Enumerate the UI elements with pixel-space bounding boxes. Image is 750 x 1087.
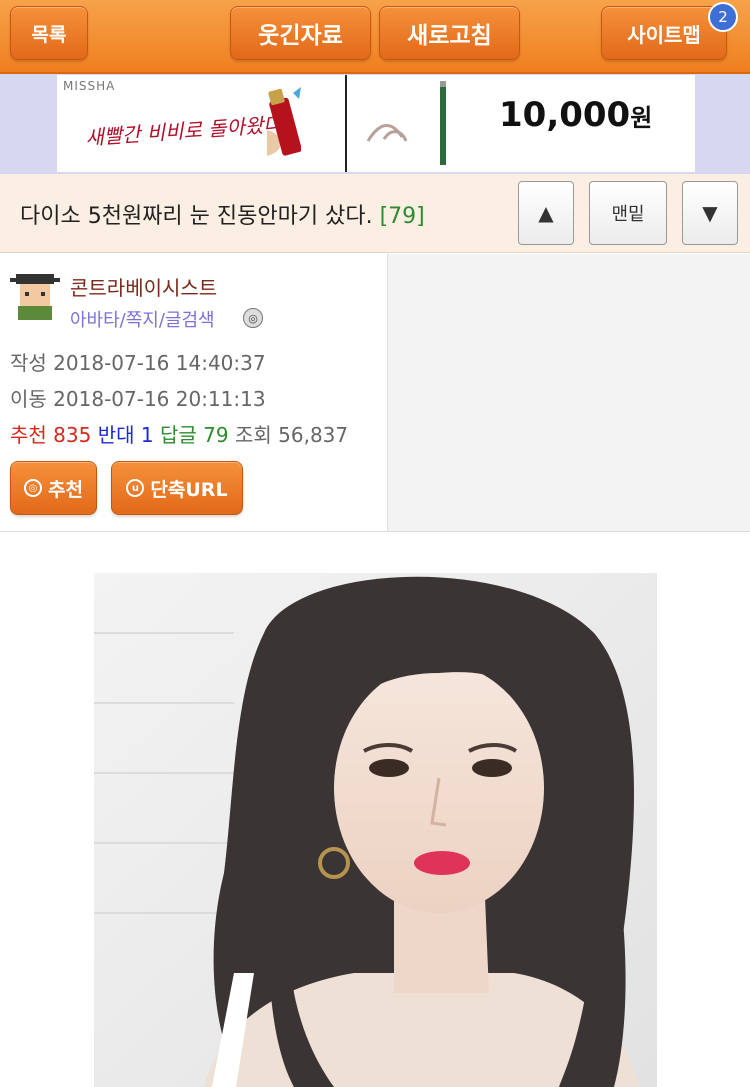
humor-board-button[interactable]: 웃긴자료 — [230, 6, 371, 60]
ad-divider — [345, 75, 347, 172]
ad-banner[interactable]: MISSHA 새빨간 비비로 돌아왔다 10,000원 — [57, 75, 695, 172]
recommend-label: 추천 — [10, 423, 47, 447]
written-value: 2018-07-16 14:40:37 — [53, 351, 266, 375]
avatar[interactable] — [10, 270, 60, 320]
short-url-button[interactable]: u 단축URL — [111, 461, 243, 515]
recommend-button[interactable]: ◎ 추천 — [10, 461, 97, 515]
views-label: 조회 — [234, 423, 272, 447]
author-name[interactable]: 콘트라베이시스트 — [70, 272, 217, 301]
ad-price-unit: 원 — [630, 104, 653, 132]
written-label: 작성 — [10, 351, 47, 375]
moved-label: 이동 — [10, 387, 47, 411]
eyebrow-pencil-image — [366, 81, 446, 165]
list-button[interactable]: 목록 — [10, 6, 88, 60]
info-side-panel — [388, 254, 750, 532]
refresh-button[interactable]: 새로고침 — [379, 6, 520, 60]
recommend-circle-icon: ◎ — [24, 479, 43, 497]
oppose-label: 반대 — [97, 423, 135, 447]
ad-price-value: 10,000 — [499, 95, 631, 135]
post-info-panel: 콘트라베이시스트 아바타/쪽지/글검색 ◎ 작성 2018-07-16 14:4… — [0, 254, 388, 532]
top-nav-bar: 목록 웃긴자료 새로고침 사이트맵 2 — [0, 0, 750, 74]
author-links[interactable]: 아바타/쪽지/글검색 — [70, 306, 215, 332]
post-title-row: 다이소 5천원짜리 눈 진동안마기 샀다. [79] ▲ 맨밑 ▼ — [0, 174, 750, 253]
bb-cream-tube-image — [267, 87, 301, 157]
reply-label: 답글 — [159, 423, 197, 447]
written-date: 작성 2018-07-16 14:40:37 — [10, 347, 266, 376]
ad-brand: MISSHA — [63, 79, 116, 93]
oppose-count: 1 — [140, 423, 154, 447]
sitemap-badge: 2 — [708, 2, 738, 32]
short-url-button-label: 단축URL — [150, 478, 228, 501]
recommend-button-label: 추천 — [48, 478, 83, 501]
ad-price: 10,000원 — [499, 95, 652, 135]
moved-value: 2018-07-16 20:11:13 — [53, 387, 266, 411]
link-circle-icon: u — [126, 479, 145, 497]
previous-post-button[interactable]: ▲ — [518, 181, 574, 245]
post-photo — [94, 573, 657, 1087]
post-title: 다이소 5천원짜리 눈 진동안마기 샀다. [79] — [20, 198, 425, 230]
post-title-text: 다이소 5천원짜리 눈 진동안마기 샀다. — [20, 204, 373, 229]
post-reply-count: [79] — [379, 204, 425, 229]
ad-banner-area: MISSHA 새빨간 비비로 돌아왔다 10,000원 — [0, 74, 750, 174]
ad-slogan: 새빨간 비비로 돌아왔다 — [84, 112, 283, 150]
scroll-to-bottom-button[interactable]: 맨밑 — [589, 181, 667, 245]
recommend-count: 835 — [53, 423, 92, 447]
post-stats: 추천 835 반대 1 답글 79 조회 56,837 — [10, 419, 348, 448]
moved-date: 이동 2018-07-16 20:11:13 — [10, 383, 266, 412]
next-post-button[interactable]: ▼ — [682, 181, 738, 245]
views-count: 56,837 — [278, 423, 349, 447]
reply-count: 79 — [203, 423, 229, 447]
member-level-icon: ◎ — [243, 308, 263, 328]
